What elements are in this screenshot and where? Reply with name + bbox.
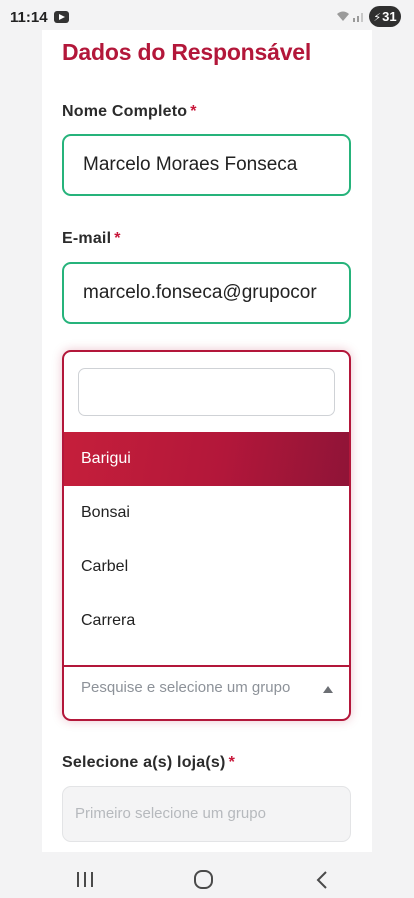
group-option-carrera[interactable]: Carrera — [64, 594, 349, 648]
name-label: Nome Completo * — [62, 103, 197, 121]
chevron-up-icon[interactable] — [323, 686, 333, 693]
battery-charging-icon: ⚡31 — [369, 6, 401, 27]
stores-label-text: Selecione a(s) loja(s) — [62, 754, 226, 771]
email-label: E-mail * — [62, 230, 121, 248]
home-icon[interactable] — [194, 870, 213, 889]
back-icon[interactable] — [314, 870, 330, 890]
wifi-icon — [337, 11, 349, 21]
stores-label: Selecione a(s) loja(s) * — [62, 754, 235, 772]
required-mark: * — [114, 230, 121, 247]
email-field[interactable]: marcelo.fonseca@grupocor — [62, 262, 351, 324]
play-box-icon — [54, 11, 69, 23]
status-bar: 11:14 ⚡31 — [0, 0, 414, 34]
status-time: 11:14 — [10, 9, 48, 26]
group-option-barigui[interactable]: Barigui — [64, 432, 349, 486]
group-option-bonsai[interactable]: Bonsai — [64, 486, 349, 540]
email-label-text: E-mail — [62, 230, 112, 247]
group-select-dropdown[interactable]: Barigui Bonsai Carbel Carrera Pesquise e… — [62, 350, 351, 721]
signal-icon — [353, 13, 363, 22]
group-search-input[interactable] — [78, 368, 335, 416]
stores-select-disabled: Primeiro selecione um grupo — [62, 786, 351, 842]
system-nav-bar — [0, 852, 414, 898]
required-mark: * — [228, 754, 236, 771]
battery-level: 31 — [382, 9, 397, 24]
group-option-carbel[interactable]: Carbel — [64, 540, 349, 594]
name-field[interactable]: Marcelo Moraes Fonseca — [62, 134, 351, 196]
name-label-text: Nome Completo — [62, 103, 188, 120]
recents-icon[interactable] — [77, 872, 93, 887]
dropdown-divider — [64, 665, 349, 667]
section-title: Dados do Responsável — [62, 39, 312, 65]
required-mark: * — [190, 103, 197, 120]
group-select-placeholder[interactable]: Pesquise e selecione um grupo — [81, 679, 290, 696]
